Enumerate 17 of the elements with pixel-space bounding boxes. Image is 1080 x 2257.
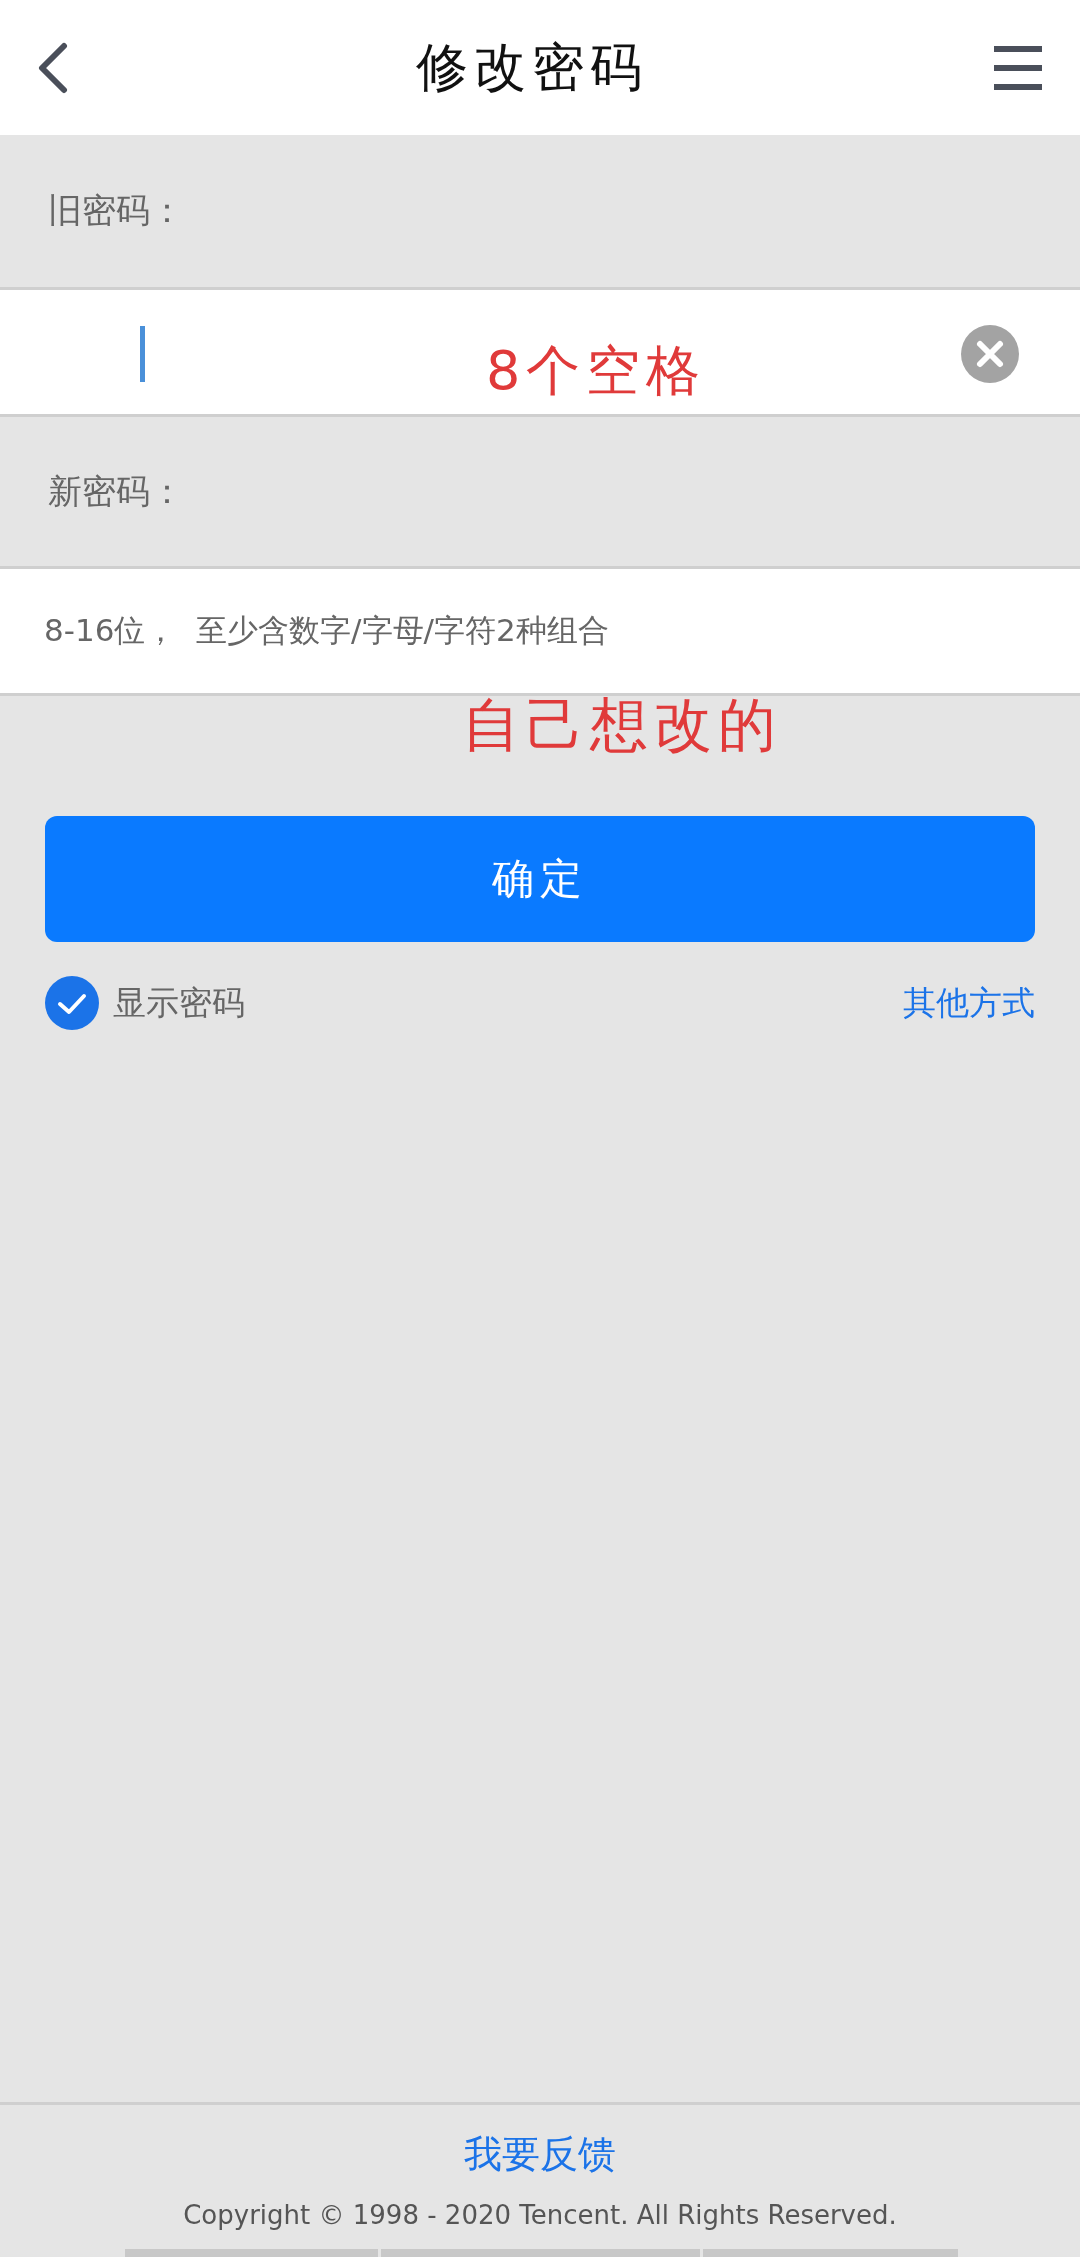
checkbox[interactable] [45,976,99,1030]
field-label: 新密码： [48,469,184,513]
handwritten-annotation: 8个空格 [486,338,707,404]
password-field[interactable]: 8-16位， 至少含数字/字母/字符2种组合 [0,569,1080,696]
other-methods-link[interactable]: 其他方式 [903,980,1035,1026]
field-label: 旧密码： [48,189,184,232]
copyright-text: Copyright © 1998 - 2020 Tencent. All Rights Reserved. [183,2200,897,2230]
menu-icon[interactable] [994,45,1042,90]
confirm-button[interactable]: 确定 [45,816,1035,942]
clear-icon[interactable] [961,325,1019,383]
checkbox-label: 显示密码 [113,981,245,1024]
placeholder-text: 8-16位， 至少含数字/字母/字符2种组合 [44,611,609,650]
back-icon[interactable] [36,41,70,94]
text-cursor [140,326,145,382]
page-title: 修改密码 [416,35,648,99]
feedback-link[interactable]: 我要反馈 [464,2129,616,2180]
password-field[interactable] [0,290,1080,417]
